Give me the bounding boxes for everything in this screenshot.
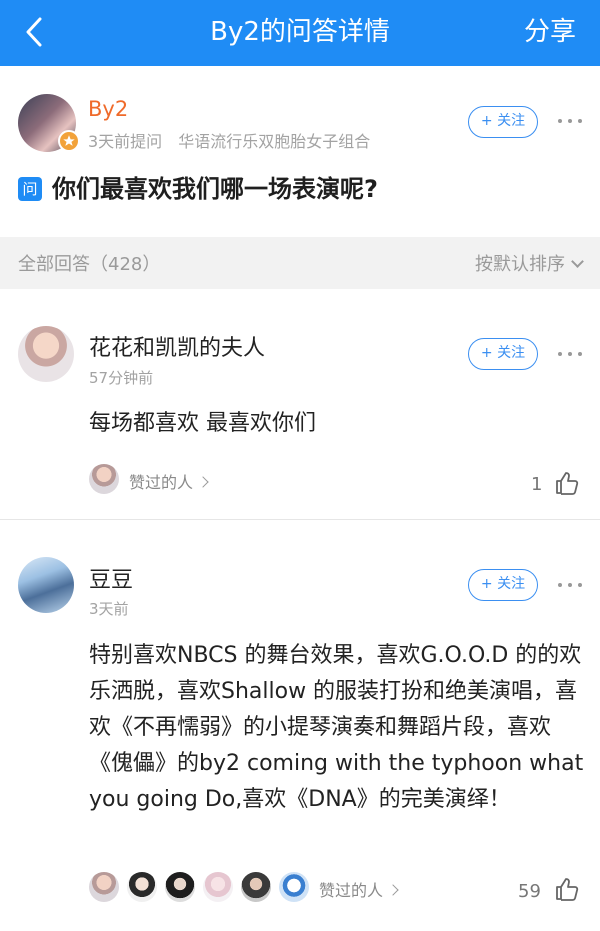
liker-avatar bbox=[127, 872, 157, 902]
sort-label: 按默认排序 bbox=[475, 254, 565, 275]
follow-answerer-button[interactable]: + 关注 bbox=[468, 569, 538, 601]
question-meta: 3天前提问 华语流行乐双胞胎女子组合 bbox=[88, 128, 370, 152]
likers-row[interactable]: 赞过的人 bbox=[89, 872, 429, 904]
asked-time: 3天前提问 bbox=[88, 132, 163, 151]
divider bbox=[0, 519, 600, 520]
more-options-icon[interactable] bbox=[558, 116, 586, 126]
chevron-right-icon bbox=[197, 476, 209, 488]
answers-bar: 全部回答（428） 按默认排序 bbox=[0, 237, 600, 289]
liker-avatar bbox=[279, 872, 309, 902]
answers-count: 全部回答（428） bbox=[18, 254, 161, 275]
question-title: 你们最喜欢我们哪一场表演呢? bbox=[52, 175, 378, 203]
liker-avatar bbox=[89, 464, 119, 494]
more-options-icon[interactable] bbox=[558, 349, 586, 359]
more-options-icon[interactable] bbox=[558, 580, 586, 590]
liked-by-label: 赞过的人 bbox=[129, 473, 194, 492]
answer-time: 57分钟前 bbox=[89, 369, 154, 387]
chevron-right-icon bbox=[387, 884, 399, 896]
top-nav-bar: By2的问答详情 分享 bbox=[0, 0, 600, 66]
answer-author-name[interactable]: 花花和凯凯的夫人 bbox=[89, 330, 265, 362]
chevron-down-icon bbox=[571, 255, 584, 268]
answer-author-avatar[interactable] bbox=[18, 326, 74, 382]
author-description: 华语流行乐双胞胎女子组合 bbox=[178, 132, 371, 151]
page-title: By2的问答详情 bbox=[210, 17, 390, 47]
likers-row[interactable]: 赞过的人 bbox=[89, 464, 249, 496]
answer-author-name[interactable]: 豆豆 bbox=[89, 562, 133, 594]
liker-avatar bbox=[203, 872, 233, 902]
follow-author-button[interactable]: + 关注 bbox=[468, 106, 538, 138]
like-count: 1 bbox=[531, 474, 543, 495]
answer-body: 特别喜欢NBCS 的舞台效果，喜欢G.O.O.D 的的欢乐洒脱，喜欢Shallo… bbox=[89, 643, 584, 812]
liker-avatar bbox=[165, 872, 195, 902]
question-author-name[interactable]: By2 bbox=[88, 97, 128, 121]
answer-author-avatar[interactable] bbox=[18, 557, 74, 613]
liked-by-link[interactable]: 赞过的人 bbox=[129, 469, 209, 493]
liker-avatar bbox=[241, 872, 271, 902]
answer-time: 3天前 bbox=[89, 600, 129, 618]
thumb-up-icon[interactable] bbox=[554, 876, 580, 902]
liked-by-label: 赞过的人 bbox=[319, 881, 384, 900]
follow-answerer-button[interactable]: + 关注 bbox=[468, 338, 538, 370]
liked-by-link[interactable]: 赞过的人 bbox=[319, 877, 399, 901]
sort-dropdown[interactable]: 按默认排序 bbox=[475, 250, 584, 276]
share-button[interactable]: 分享 bbox=[524, 14, 576, 50]
like-count: 59 bbox=[518, 881, 541, 902]
verified-badge-icon bbox=[58, 130, 80, 152]
liker-avatar bbox=[89, 872, 119, 902]
answer-body: 每场都喜欢 最喜欢你们 bbox=[89, 411, 316, 436]
thumb-up-icon[interactable] bbox=[554, 470, 580, 496]
question-badge: 问 bbox=[18, 177, 42, 201]
